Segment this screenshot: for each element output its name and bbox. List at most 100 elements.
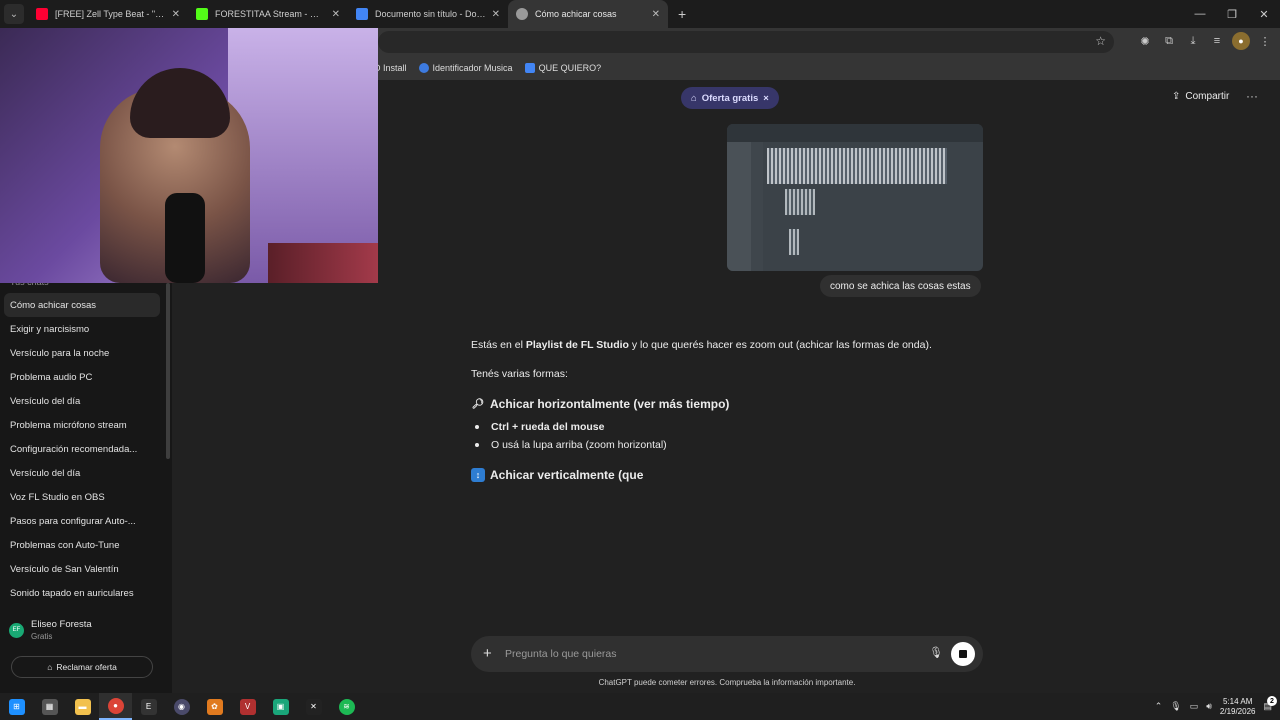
taskbar-voicemeeter[interactable]: V	[231, 693, 264, 720]
tab-label: Cómo achicar cosas	[535, 9, 617, 19]
attached-screenshot[interactable]	[727, 124, 983, 271]
bookmark-identificador[interactable]: Identificador Musica	[418, 63, 513, 73]
menu-icon[interactable]: ⋮	[1256, 32, 1274, 50]
chat-item[interactable]: Versículo para la noche	[4, 341, 160, 365]
chat-item[interactable]: Voz FL Studio en OBS	[4, 485, 160, 509]
puzzle-icon[interactable]: ⧉	[1160, 32, 1178, 50]
chat-history-list: Cómo achicar cosas Exigir y narcisismo V…	[4, 293, 160, 605]
taskbar-files[interactable]: ▦	[33, 693, 66, 720]
chat-item[interactable]: Cómo achicar cosas	[4, 293, 160, 317]
address-bar[interactable]: ☆	[378, 31, 1114, 53]
chat-item[interactable]: Problema audio PC	[4, 365, 160, 389]
list-item: O usá la lupa arriba (zoom horizontal)	[475, 439, 991, 451]
voicemeeter-icon: V	[239, 698, 256, 715]
user-name: Eliseo Foresta	[31, 619, 92, 630]
tab-chatgpt[interactable]: Cómo achicar cosas ✕	[508, 0, 668, 28]
taskbar-spotify[interactable]: ≋	[330, 693, 363, 720]
app-icon: ▣	[272, 698, 289, 715]
taskbar-fl-studio[interactable]: ✿	[198, 693, 231, 720]
extension-icon[interactable]: ✺	[1136, 32, 1154, 50]
answer-heading: 🔎︎ Achicar horizontalmente (ver más tiem…	[471, 397, 730, 411]
tab-label: Documento sin título - Docume	[375, 9, 486, 19]
browser-tab-bar: ⌄ [FREE] Zell Type Beat - "NATUR ✕ FORES…	[0, 0, 1280, 28]
bookmark-que-quiero[interactable]: QUE QUIERO?	[524, 63, 602, 73]
bookmark-install[interactable]: D Install	[374, 63, 407, 73]
docs-icon	[524, 63, 535, 73]
taskbar-epic[interactable]: E	[132, 693, 165, 720]
chat-item[interactable]: Versículo del día	[4, 461, 160, 485]
clock-time: 5:14 AM	[1223, 696, 1253, 706]
claim-offer-button[interactable]: ⌂ Reclamar oferta	[11, 656, 153, 678]
microphone-icon[interactable]: 🎙︎	[929, 646, 943, 659]
share-button[interactable]: ⇪ Compartir	[1172, 91, 1229, 102]
more-options-icon[interactable]: ···	[1246, 89, 1258, 103]
sidebar-scrollbar[interactable]	[166, 283, 170, 459]
waveform	[767, 148, 947, 184]
kick-icon	[196, 8, 208, 20]
minimize-button[interactable]: —	[1184, 0, 1216, 28]
prompt-input[interactable]	[505, 644, 905, 664]
start-button[interactable]: ⊞	[0, 693, 33, 720]
share-icon: ⇪	[1172, 91, 1181, 102]
clock[interactable]: 5:14 AM 2/19/2026	[1220, 697, 1256, 717]
close-icon[interactable]: ✕	[332, 9, 340, 20]
new-tab-button[interactable]: +	[678, 6, 686, 22]
restore-button[interactable]: ❐	[1216, 0, 1248, 28]
window-controls: — ❐ ✕	[1184, 0, 1280, 28]
network-icon[interactable]: ▭	[1190, 701, 1199, 712]
close-icon[interactable]: ×	[763, 93, 769, 104]
chat-item[interactable]: Problemas con Auto-Tune	[4, 533, 160, 557]
user-profile[interactable]: EF Eliseo Foresta Gratis	[9, 619, 92, 641]
media-icon[interactable]: ≡	[1208, 32, 1226, 50]
spotify-icon: ≋	[338, 698, 355, 715]
tab-search-button[interactable]: ⌄	[4, 4, 24, 24]
microphone-icon[interactable]: 🎙︎	[1170, 701, 1181, 712]
windows-taskbar: ⊞ ▦ ▬ ● E ◉ ✿ V ▣ ✕ ≋ ⌃ 🎙︎ ▭ 🔊︎ 5:14 AM …	[0, 693, 1280, 720]
tab-kick[interactable]: FORESTITAA Stream - Watch Liv ✕	[188, 0, 348, 28]
chat-sidebar: Tus chats Cómo achicar cosas Exigir y na…	[0, 277, 172, 693]
tab-label: [FREE] Zell Type Beat - "NATUR	[55, 9, 166, 19]
taskbar-explorer[interactable]: ▬	[66, 693, 99, 720]
stop-generating-button[interactable]	[951, 642, 975, 666]
up-down-arrow-icon: ↕	[471, 468, 485, 482]
files-icon: ▦	[41, 698, 58, 715]
taskbar-obs[interactable]: ◉	[165, 693, 198, 720]
profile-avatar[interactable]: ●	[1232, 32, 1250, 50]
taskbar-chrome[interactable]: ●	[99, 693, 132, 720]
chevron-up-icon[interactable]: ⌃	[1155, 701, 1163, 712]
epic-games-icon: E	[140, 698, 157, 715]
capcut-icon: ✕	[305, 698, 322, 715]
chatgpt-icon	[516, 8, 528, 20]
avatar: EF	[9, 622, 24, 638]
volume-icon[interactable]: 🔊︎	[1206, 701, 1212, 712]
notifications-icon[interactable]: ▤ 2	[1263, 696, 1277, 712]
notification-count: 2	[1267, 696, 1277, 706]
chat-item[interactable]: Versículo de San Valentín	[4, 557, 160, 581]
tab-docs[interactable]: Documento sin título - Docume ✕	[348, 0, 508, 28]
answer-heading: ↕ Achicar verticalmente (que	[471, 468, 991, 482]
close-window-button[interactable]: ✕	[1248, 0, 1280, 28]
chat-item[interactable]: Sonido tapado en auriculares	[4, 581, 160, 605]
chrome-icon: ●	[107, 697, 124, 714]
download-icon[interactable]: ⤓	[1184, 32, 1202, 50]
chat-item[interactable]: Versículo del día	[4, 389, 160, 413]
taskbar-capcut[interactable]: ✕	[297, 693, 330, 720]
taskbar-green-app[interactable]: ▣	[264, 693, 297, 720]
waveform	[785, 189, 815, 215]
close-icon[interactable]: ✕	[492, 9, 500, 20]
tab-youtube[interactable]: [FREE] Zell Type Beat - "NATUR ✕	[28, 0, 188, 28]
chat-item[interactable]: Configuración recomendada...	[4, 437, 160, 461]
free-offer-pill[interactable]: ⌂ Oferta gratis ×	[681, 87, 779, 109]
close-icon[interactable]: ✕	[172, 9, 180, 20]
chat-item[interactable]: Pasos para configurar Auto-...	[4, 509, 160, 533]
chat-item[interactable]: Problema micrófono stream	[4, 413, 160, 437]
webcam-overlay	[0, 28, 378, 283]
chat-item[interactable]: Exigir y narcisismo	[4, 317, 160, 341]
bookmark-label: D Install	[374, 63, 407, 73]
close-icon[interactable]: ✕	[652, 9, 660, 20]
bookmark-label: QUE QUIERO?	[538, 63, 602, 73]
fl-studio-icon: ✿	[206, 698, 223, 715]
stop-icon	[959, 650, 967, 658]
add-attachment-icon[interactable]: +	[483, 645, 492, 662]
bookmark-star-icon[interactable]: ☆	[1095, 34, 1106, 48]
